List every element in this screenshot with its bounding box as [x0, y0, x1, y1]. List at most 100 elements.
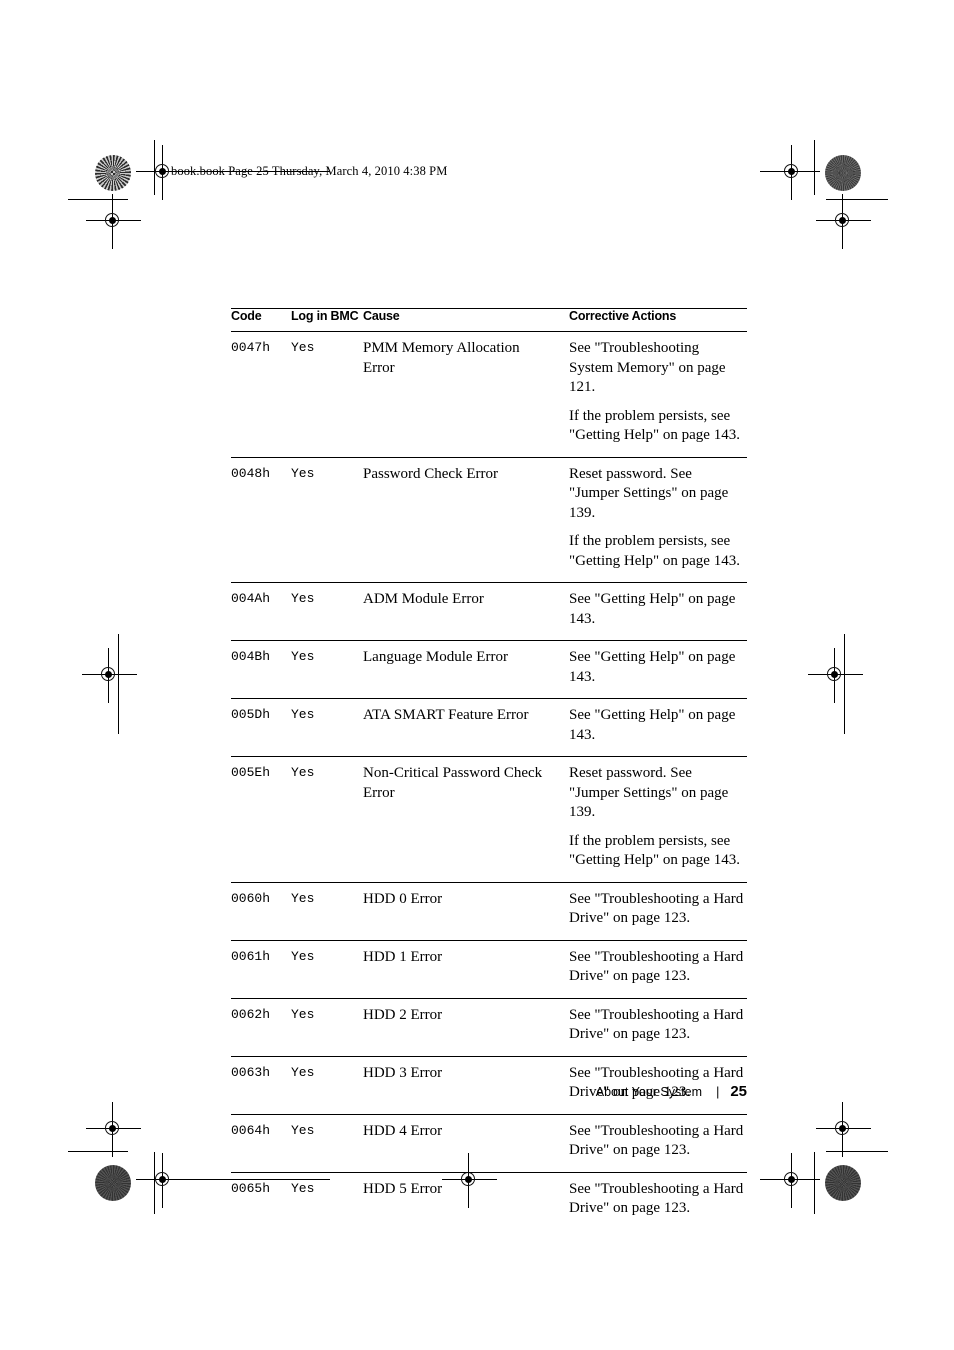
cell-corrective-actions: Reset password. See "Jumper Settings" on… — [569, 757, 747, 883]
corrective-action-paragraph: See "Troubleshooting a Hard Drive" on pa… — [569, 948, 744, 985]
cell-log-in-bmc: Yes — [291, 948, 315, 964]
corrective-action-paragraph: See "Troubleshooting System Memory" on p… — [569, 340, 726, 395]
cell-corrective-actions: See "Troubleshooting System Memory" on p… — [569, 332, 747, 458]
footer-separator: | — [716, 1085, 720, 1099]
corrective-action-paragraph: See "Getting Help" on page 143. — [569, 707, 736, 743]
halftone-star-mark-top-left — [95, 155, 131, 191]
cell-code: 0047h — [231, 340, 271, 355]
cell-log-in-bmc: Yes — [291, 340, 315, 355]
halftone-star-mark-top-right — [825, 155, 861, 191]
cell-code: 005Eh — [231, 765, 271, 780]
cell-cause: HDD 5 Error — [363, 1180, 443, 1197]
halftone-star-mark-bottom-left — [95, 1165, 131, 1201]
cell-log-in-bmc: Yes — [291, 765, 315, 780]
column-header-cause: Cause — [363, 309, 400, 323]
cell-corrective-actions: See "Troubleshooting a Hard Drive" on pa… — [569, 1114, 747, 1172]
crop-rule-horizontal-upper-right — [826, 199, 888, 201]
cell-code: 0048h — [231, 465, 271, 481]
table-row: 0062h Yes HDD 2 Error See "Troubleshooting … — [231, 998, 747, 1056]
registration-mark-lower-left — [86, 1102, 141, 1157]
cell-code: 0065h — [231, 1180, 271, 1196]
registration-mark-mid-right — [808, 648, 863, 703]
crop-rule-horizontal-top-right — [760, 171, 810, 173]
corrective-action-paragraph: See "Troubleshooting a Hard Drive" on pa… — [569, 1180, 744, 1217]
footer-chapter-title: About Your System — [595, 1085, 703, 1099]
cell-cause: HDD 2 Error — [363, 1006, 443, 1023]
crop-rule-vertical-mid-left — [118, 634, 120, 734]
cell-code: 004Ah — [231, 591, 271, 606]
crop-rule-horizontal-lower-right — [826, 1151, 888, 1153]
table-row: 0047h Yes PMM Memory Allocation Error See "… — [231, 331, 747, 458]
table-row: 0048h Yes Password Check Error Reset passwo… — [231, 457, 747, 583]
crop-rule-horizontal-bottom-right — [760, 1179, 810, 1181]
cell-cause: PMM Memory Allocation Error — [363, 340, 520, 376]
cell-corrective-actions: See "Troubleshooting a Hard Drive" on pa… — [569, 998, 747, 1056]
cell-cause: Password Check Error — [363, 465, 498, 482]
cell-corrective-actions: Reset password. See "Jumper Settings" on… — [569, 457, 747, 583]
cell-corrective-actions: See "Getting Help" on page 143. — [569, 641, 747, 699]
cell-corrective-actions: See "Troubleshooting a Hard Drive" on pa… — [569, 940, 747, 998]
corrective-action-paragraph: See "Getting Help" on page 143. — [569, 591, 736, 627]
registration-mark-upper-left — [86, 194, 141, 249]
table-row: 005Eh Yes Non-Critical Password Check Erro… — [231, 756, 747, 883]
cell-cause: HDD 1 Error — [363, 948, 443, 965]
cell-code: 004Bh — [231, 649, 271, 664]
table-row: 004Ah Yes ADM Module Error See "Getting Hel… — [231, 582, 747, 641]
cell-cause: HDD 4 Error — [363, 1122, 443, 1139]
page-number: 25 — [730, 1083, 747, 1100]
table-header-row: Code Log in BMC Cause Corrective Actions — [231, 308, 747, 332]
column-header-log-in-bmc: Log in BMC — [291, 309, 359, 323]
crop-rule-vertical-mid-right — [844, 634, 846, 734]
corrective-action-paragraph: See "Troubleshooting a Hard Drive" on pa… — [569, 1122, 744, 1159]
registration-mark-mid-left — [82, 648, 137, 703]
cell-log-in-bmc: Yes — [291, 707, 315, 722]
cell-corrective-actions: See "Getting Help" on page 143. — [569, 583, 747, 641]
table-row: 0064h Yes HDD 4 Error See "Troubleshooting … — [231, 1114, 747, 1172]
cell-cause: Language Module Error — [363, 649, 508, 665]
column-header-corrective-actions: Corrective Actions — [569, 309, 677, 323]
table-row: 0060h Yes HDD 0 Error See "Troubleshooting … — [231, 882, 747, 940]
cell-code: 0064h — [231, 1122, 271, 1138]
cell-cause: HDD 0 Error — [363, 890, 443, 907]
cell-code: 0062h — [231, 1006, 271, 1022]
cell-corrective-actions: See "Troubleshooting a Hard Drive" on pa… — [569, 1172, 747, 1230]
registration-mark-bottom-left-inner — [136, 1153, 191, 1208]
cell-code: 0060h — [231, 890, 271, 906]
table-header: Code Log in BMC Cause Corrective Actions — [231, 308, 747, 332]
crop-rule-horizontal-lower-left — [68, 1151, 128, 1153]
registration-mark-lower-right — [816, 1102, 871, 1157]
crop-rule-vertical-bottom-right — [814, 1152, 816, 1214]
cell-cause: Non-Critical Password Check Error — [363, 765, 543, 801]
cell-log-in-bmc: Yes — [291, 890, 315, 906]
corrective-action-paragraph: See "Troubleshooting a Hard Drive" on pa… — [569, 1006, 744, 1043]
crop-rule-horizontal-upper-left — [68, 199, 128, 201]
corrective-action-paragraph: Reset password. See "Jumper Settings" on… — [569, 465, 729, 521]
table-row: 0061h Yes HDD 1 Error See "Troubleshooting … — [231, 940, 747, 998]
page-footer: About Your System | 25 — [231, 1083, 747, 1100]
cell-log-in-bmc: Yes — [291, 1180, 315, 1196]
cell-code: 0061h — [231, 948, 271, 964]
cell-code: 005Dh — [231, 707, 271, 722]
registration-mark-upper-right — [816, 194, 871, 249]
corrective-action-paragraph: See "Troubleshooting a Hard Drive" on pa… — [569, 890, 744, 927]
corrective-action-paragraph: See "Getting Help" on page 143. — [569, 649, 736, 685]
cell-log-in-bmc: Yes — [291, 1122, 315, 1138]
cell-cause: ADM Module Error — [363, 591, 484, 607]
cell-cause: ATA SMART Feature Error — [363, 707, 529, 723]
file-header-text: book.book Page 25 Thursday, March 4, 201… — [171, 164, 448, 178]
corrective-action-paragraph: If the problem persists, see "Getting He… — [569, 832, 740, 869]
corrective-action-paragraph: If the problem persists, see "Getting He… — [569, 407, 740, 444]
corrective-action-paragraph: If the problem persists, see "Getting He… — [569, 533, 740, 569]
table-row: 004Bh Yes Language Module Error See "Gettin… — [231, 640, 747, 699]
halftone-star-mark-bottom-right — [825, 1165, 861, 1201]
cell-log-in-bmc: Yes — [291, 591, 315, 606]
cell-log-in-bmc: Yes — [291, 1006, 315, 1022]
cell-log-in-bmc: Yes — [291, 465, 315, 481]
table-row: 0065h Yes HDD 5 Error See "Troubleshooting … — [231, 1172, 747, 1230]
corrective-action-paragraph: Reset password. See "Jumper Settings" on… — [569, 765, 729, 820]
cell-corrective-actions: See "Troubleshooting a Hard Drive" on pa… — [569, 882, 747, 940]
cell-corrective-actions: See "Getting Help" on page 143. — [569, 699, 747, 757]
table-row: 005Dh Yes ATA SMART Feature Error See "Gett… — [231, 698, 747, 757]
column-header-code: Code — [231, 309, 262, 323]
crop-rule-vertical-top-right — [814, 140, 816, 195]
